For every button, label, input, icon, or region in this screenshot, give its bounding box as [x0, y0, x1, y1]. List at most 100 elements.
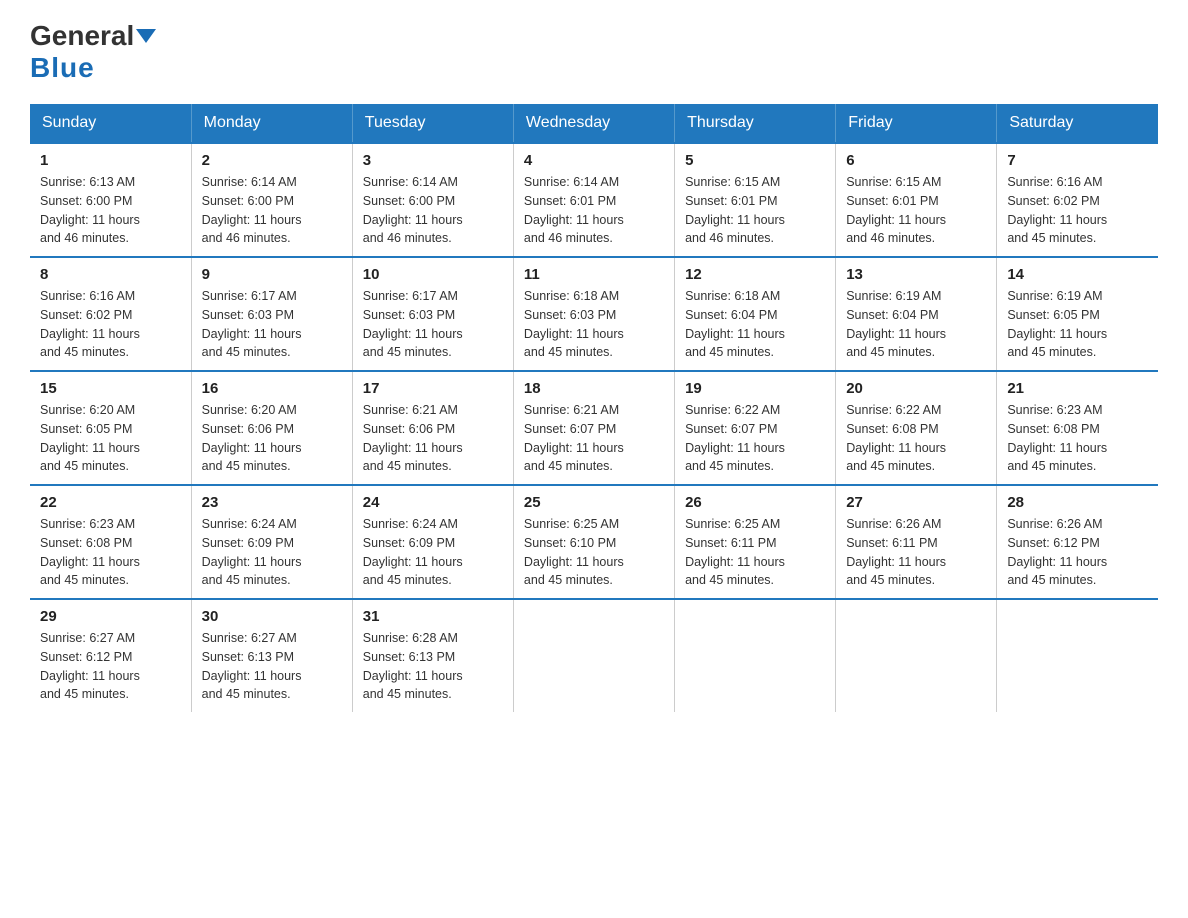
header-thursday: Thursday	[675, 104, 836, 143]
day-info: Sunrise: 6:14 AM Sunset: 6:00 PM Dayligh…	[202, 173, 342, 248]
day-info: Sunrise: 6:15 AM Sunset: 6:01 PM Dayligh…	[685, 173, 825, 248]
day-number: 3	[363, 152, 503, 169]
header-tuesday: Tuesday	[352, 104, 513, 143]
day-info: Sunrise: 6:28 AM Sunset: 6:13 PM Dayligh…	[363, 629, 503, 704]
day-number: 26	[685, 494, 825, 511]
calendar-cell: 11 Sunrise: 6:18 AM Sunset: 6:03 PM Dayl…	[513, 257, 674, 371]
day-number: 7	[1007, 152, 1148, 169]
day-number: 28	[1007, 494, 1148, 511]
calendar-cell: 28 Sunrise: 6:26 AM Sunset: 6:12 PM Dayl…	[997, 485, 1158, 599]
day-number: 8	[40, 266, 181, 283]
calendar-week-4: 22 Sunrise: 6:23 AM Sunset: 6:08 PM Dayl…	[30, 485, 1158, 599]
day-info: Sunrise: 6:23 AM Sunset: 6:08 PM Dayligh…	[40, 515, 181, 590]
day-number: 29	[40, 608, 181, 625]
day-number: 21	[1007, 380, 1148, 397]
day-info: Sunrise: 6:20 AM Sunset: 6:06 PM Dayligh…	[202, 401, 342, 476]
day-info: Sunrise: 6:19 AM Sunset: 6:05 PM Dayligh…	[1007, 287, 1148, 362]
day-number: 12	[685, 266, 825, 283]
day-number: 18	[524, 380, 664, 397]
day-info: Sunrise: 6:20 AM Sunset: 6:05 PM Dayligh…	[40, 401, 181, 476]
day-info: Sunrise: 6:26 AM Sunset: 6:11 PM Dayligh…	[846, 515, 986, 590]
calendar-cell: 18 Sunrise: 6:21 AM Sunset: 6:07 PM Dayl…	[513, 371, 674, 485]
calendar-week-5: 29 Sunrise: 6:27 AM Sunset: 6:12 PM Dayl…	[30, 599, 1158, 712]
calendar-week-2: 8 Sunrise: 6:16 AM Sunset: 6:02 PM Dayli…	[30, 257, 1158, 371]
header-saturday: Saturday	[997, 104, 1158, 143]
logo-blue: Blue	[30, 52, 95, 84]
logo-general: General	[30, 20, 134, 52]
calendar-cell: 30 Sunrise: 6:27 AM Sunset: 6:13 PM Dayl…	[191, 599, 352, 712]
day-number: 27	[846, 494, 986, 511]
day-info: Sunrise: 6:21 AM Sunset: 6:06 PM Dayligh…	[363, 401, 503, 476]
day-info: Sunrise: 6:18 AM Sunset: 6:04 PM Dayligh…	[685, 287, 825, 362]
calendar-header-row: SundayMondayTuesdayWednesdayThursdayFrid…	[30, 104, 1158, 143]
day-info: Sunrise: 6:21 AM Sunset: 6:07 PM Dayligh…	[524, 401, 664, 476]
calendar-cell: 14 Sunrise: 6:19 AM Sunset: 6:05 PM Dayl…	[997, 257, 1158, 371]
day-info: Sunrise: 6:13 AM Sunset: 6:00 PM Dayligh…	[40, 173, 181, 248]
day-number: 4	[524, 152, 664, 169]
day-number: 5	[685, 152, 825, 169]
day-info: Sunrise: 6:14 AM Sunset: 6:00 PM Dayligh…	[363, 173, 503, 248]
day-info: Sunrise: 6:19 AM Sunset: 6:04 PM Dayligh…	[846, 287, 986, 362]
header-wednesday: Wednesday	[513, 104, 674, 143]
day-number: 20	[846, 380, 986, 397]
calendar-cell: 12 Sunrise: 6:18 AM Sunset: 6:04 PM Dayl…	[675, 257, 836, 371]
day-info: Sunrise: 6:16 AM Sunset: 6:02 PM Dayligh…	[1007, 173, 1148, 248]
calendar-cell	[513, 599, 674, 712]
day-info: Sunrise: 6:25 AM Sunset: 6:10 PM Dayligh…	[524, 515, 664, 590]
calendar-cell: 27 Sunrise: 6:26 AM Sunset: 6:11 PM Dayl…	[836, 485, 997, 599]
calendar-table: SundayMondayTuesdayWednesdayThursdayFrid…	[30, 104, 1158, 712]
calendar-cell: 25 Sunrise: 6:25 AM Sunset: 6:10 PM Dayl…	[513, 485, 674, 599]
calendar-cell: 21 Sunrise: 6:23 AM Sunset: 6:08 PM Dayl…	[997, 371, 1158, 485]
day-info: Sunrise: 6:27 AM Sunset: 6:12 PM Dayligh…	[40, 629, 181, 704]
day-number: 9	[202, 266, 342, 283]
calendar-cell: 16 Sunrise: 6:20 AM Sunset: 6:06 PM Dayl…	[191, 371, 352, 485]
day-number: 31	[363, 608, 503, 625]
day-info: Sunrise: 6:16 AM Sunset: 6:02 PM Dayligh…	[40, 287, 181, 362]
calendar-cell: 23 Sunrise: 6:24 AM Sunset: 6:09 PM Dayl…	[191, 485, 352, 599]
day-info: Sunrise: 6:22 AM Sunset: 6:07 PM Dayligh…	[685, 401, 825, 476]
header-sunday: Sunday	[30, 104, 191, 143]
day-number: 19	[685, 380, 825, 397]
calendar-cell	[836, 599, 997, 712]
day-number: 16	[202, 380, 342, 397]
day-number: 6	[846, 152, 986, 169]
day-info: Sunrise: 6:25 AM Sunset: 6:11 PM Dayligh…	[685, 515, 825, 590]
day-number: 22	[40, 494, 181, 511]
calendar-cell: 24 Sunrise: 6:24 AM Sunset: 6:09 PM Dayl…	[352, 485, 513, 599]
calendar-cell: 6 Sunrise: 6:15 AM Sunset: 6:01 PM Dayli…	[836, 143, 997, 257]
day-info: Sunrise: 6:23 AM Sunset: 6:08 PM Dayligh…	[1007, 401, 1148, 476]
calendar-week-1: 1 Sunrise: 6:13 AM Sunset: 6:00 PM Dayli…	[30, 143, 1158, 257]
day-number: 15	[40, 380, 181, 397]
day-info: Sunrise: 6:22 AM Sunset: 6:08 PM Dayligh…	[846, 401, 986, 476]
day-number: 10	[363, 266, 503, 283]
day-number: 17	[363, 380, 503, 397]
day-number: 23	[202, 494, 342, 511]
calendar-cell: 13 Sunrise: 6:19 AM Sunset: 6:04 PM Dayl…	[836, 257, 997, 371]
calendar-cell: 5 Sunrise: 6:15 AM Sunset: 6:01 PM Dayli…	[675, 143, 836, 257]
day-info: Sunrise: 6:14 AM Sunset: 6:01 PM Dayligh…	[524, 173, 664, 248]
header-friday: Friday	[836, 104, 997, 143]
day-number: 14	[1007, 266, 1148, 283]
calendar-cell: 10 Sunrise: 6:17 AM Sunset: 6:03 PM Dayl…	[352, 257, 513, 371]
calendar-cell: 8 Sunrise: 6:16 AM Sunset: 6:02 PM Dayli…	[30, 257, 191, 371]
logo-triangle-icon	[136, 29, 156, 43]
day-info: Sunrise: 6:18 AM Sunset: 6:03 PM Dayligh…	[524, 287, 664, 362]
day-number: 25	[524, 494, 664, 511]
calendar-cell	[675, 599, 836, 712]
calendar-cell: 15 Sunrise: 6:20 AM Sunset: 6:05 PM Dayl…	[30, 371, 191, 485]
day-number: 30	[202, 608, 342, 625]
day-number: 1	[40, 152, 181, 169]
day-info: Sunrise: 6:26 AM Sunset: 6:12 PM Dayligh…	[1007, 515, 1148, 590]
calendar-cell: 2 Sunrise: 6:14 AM Sunset: 6:00 PM Dayli…	[191, 143, 352, 257]
calendar-cell: 20 Sunrise: 6:22 AM Sunset: 6:08 PM Dayl…	[836, 371, 997, 485]
day-info: Sunrise: 6:17 AM Sunset: 6:03 PM Dayligh…	[363, 287, 503, 362]
calendar-cell: 29 Sunrise: 6:27 AM Sunset: 6:12 PM Dayl…	[30, 599, 191, 712]
day-number: 2	[202, 152, 342, 169]
logo-text: General	[30, 20, 158, 52]
calendar-cell: 7 Sunrise: 6:16 AM Sunset: 6:02 PM Dayli…	[997, 143, 1158, 257]
day-info: Sunrise: 6:27 AM Sunset: 6:13 PM Dayligh…	[202, 629, 342, 704]
calendar-cell: 31 Sunrise: 6:28 AM Sunset: 6:13 PM Dayl…	[352, 599, 513, 712]
day-number: 13	[846, 266, 986, 283]
day-info: Sunrise: 6:24 AM Sunset: 6:09 PM Dayligh…	[363, 515, 503, 590]
logo: General Blue	[30, 20, 158, 84]
